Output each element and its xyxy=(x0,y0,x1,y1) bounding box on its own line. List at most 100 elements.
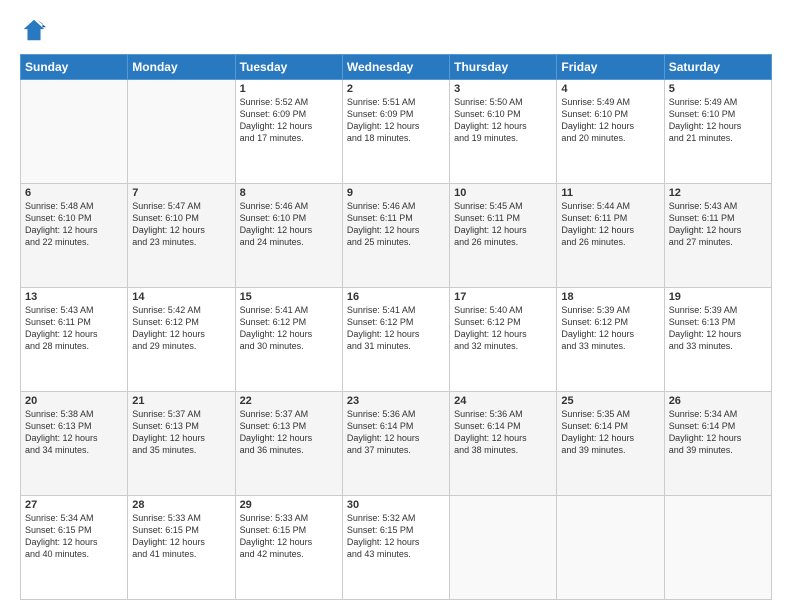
day-info: Sunrise: 5:36 AM Sunset: 6:14 PM Dayligh… xyxy=(454,408,552,457)
calendar-cell xyxy=(557,496,664,600)
day-number: 26 xyxy=(669,395,767,407)
day-info: Sunrise: 5:51 AM Sunset: 6:09 PM Dayligh… xyxy=(347,96,445,145)
day-info: Sunrise: 5:49 AM Sunset: 6:10 PM Dayligh… xyxy=(561,96,659,145)
day-info: Sunrise: 5:38 AM Sunset: 6:13 PM Dayligh… xyxy=(25,408,123,457)
day-number: 20 xyxy=(25,395,123,407)
weekday-header-saturday: Saturday xyxy=(664,55,771,80)
calendar-cell: 3Sunrise: 5:50 AM Sunset: 6:10 PM Daylig… xyxy=(450,80,557,184)
calendar-cell xyxy=(21,80,128,184)
calendar-table: SundayMondayTuesdayWednesdayThursdayFrid… xyxy=(20,54,772,600)
header xyxy=(20,16,772,44)
day-number: 17 xyxy=(454,291,552,303)
day-info: Sunrise: 5:34 AM Sunset: 6:14 PM Dayligh… xyxy=(669,408,767,457)
day-number: 30 xyxy=(347,499,445,511)
calendar-cell: 1Sunrise: 5:52 AM Sunset: 6:09 PM Daylig… xyxy=(235,80,342,184)
day-number: 6 xyxy=(25,187,123,199)
day-number: 13 xyxy=(25,291,123,303)
calendar-cell: 29Sunrise: 5:33 AM Sunset: 6:15 PM Dayli… xyxy=(235,496,342,600)
day-number: 9 xyxy=(347,187,445,199)
calendar-cell: 24Sunrise: 5:36 AM Sunset: 6:14 PM Dayli… xyxy=(450,392,557,496)
day-number: 28 xyxy=(132,499,230,511)
calendar-cell: 8Sunrise: 5:46 AM Sunset: 6:10 PM Daylig… xyxy=(235,184,342,288)
day-number: 3 xyxy=(454,83,552,95)
day-number: 14 xyxy=(132,291,230,303)
weekday-header-friday: Friday xyxy=(557,55,664,80)
day-info: Sunrise: 5:32 AM Sunset: 6:15 PM Dayligh… xyxy=(347,512,445,561)
calendar-cell: 25Sunrise: 5:35 AM Sunset: 6:14 PM Dayli… xyxy=(557,392,664,496)
calendar-cell: 26Sunrise: 5:34 AM Sunset: 6:14 PM Dayli… xyxy=(664,392,771,496)
day-info: Sunrise: 5:44 AM Sunset: 6:11 PM Dayligh… xyxy=(561,200,659,249)
calendar-cell: 28Sunrise: 5:33 AM Sunset: 6:15 PM Dayli… xyxy=(128,496,235,600)
calendar-cell: 16Sunrise: 5:41 AM Sunset: 6:12 PM Dayli… xyxy=(342,288,449,392)
calendar-cell: 11Sunrise: 5:44 AM Sunset: 6:11 PM Dayli… xyxy=(557,184,664,288)
day-info: Sunrise: 5:42 AM Sunset: 6:12 PM Dayligh… xyxy=(132,304,230,353)
day-info: Sunrise: 5:43 AM Sunset: 6:11 PM Dayligh… xyxy=(25,304,123,353)
calendar-cell: 14Sunrise: 5:42 AM Sunset: 6:12 PM Dayli… xyxy=(128,288,235,392)
day-number: 10 xyxy=(454,187,552,199)
day-info: Sunrise: 5:47 AM Sunset: 6:10 PM Dayligh… xyxy=(132,200,230,249)
day-number: 24 xyxy=(454,395,552,407)
day-info: Sunrise: 5:49 AM Sunset: 6:10 PM Dayligh… xyxy=(669,96,767,145)
calendar-cell xyxy=(664,496,771,600)
calendar-cell: 7Sunrise: 5:47 AM Sunset: 6:10 PM Daylig… xyxy=(128,184,235,288)
day-info: Sunrise: 5:39 AM Sunset: 6:13 PM Dayligh… xyxy=(669,304,767,353)
day-info: Sunrise: 5:48 AM Sunset: 6:10 PM Dayligh… xyxy=(25,200,123,249)
day-number: 4 xyxy=(561,83,659,95)
calendar-week-1: 1Sunrise: 5:52 AM Sunset: 6:09 PM Daylig… xyxy=(21,80,772,184)
day-number: 19 xyxy=(669,291,767,303)
calendar-cell: 21Sunrise: 5:37 AM Sunset: 6:13 PM Dayli… xyxy=(128,392,235,496)
calendar-cell: 5Sunrise: 5:49 AM Sunset: 6:10 PM Daylig… xyxy=(664,80,771,184)
day-number: 25 xyxy=(561,395,659,407)
calendar-cell: 20Sunrise: 5:38 AM Sunset: 6:13 PM Dayli… xyxy=(21,392,128,496)
day-number: 15 xyxy=(240,291,338,303)
day-info: Sunrise: 5:43 AM Sunset: 6:11 PM Dayligh… xyxy=(669,200,767,249)
day-number: 23 xyxy=(347,395,445,407)
calendar-cell: 27Sunrise: 5:34 AM Sunset: 6:15 PM Dayli… xyxy=(21,496,128,600)
calendar-week-5: 27Sunrise: 5:34 AM Sunset: 6:15 PM Dayli… xyxy=(21,496,772,600)
day-info: Sunrise: 5:36 AM Sunset: 6:14 PM Dayligh… xyxy=(347,408,445,457)
day-number: 21 xyxy=(132,395,230,407)
calendar-cell: 4Sunrise: 5:49 AM Sunset: 6:10 PM Daylig… xyxy=(557,80,664,184)
page: SundayMondayTuesdayWednesdayThursdayFrid… xyxy=(0,0,792,612)
calendar-week-4: 20Sunrise: 5:38 AM Sunset: 6:13 PM Dayli… xyxy=(21,392,772,496)
day-number: 1 xyxy=(240,83,338,95)
calendar-week-2: 6Sunrise: 5:48 AM Sunset: 6:10 PM Daylig… xyxy=(21,184,772,288)
day-info: Sunrise: 5:33 AM Sunset: 6:15 PM Dayligh… xyxy=(240,512,338,561)
calendar-cell: 18Sunrise: 5:39 AM Sunset: 6:12 PM Dayli… xyxy=(557,288,664,392)
day-info: Sunrise: 5:35 AM Sunset: 6:14 PM Dayligh… xyxy=(561,408,659,457)
day-info: Sunrise: 5:34 AM Sunset: 6:15 PM Dayligh… xyxy=(25,512,123,561)
calendar-cell: 12Sunrise: 5:43 AM Sunset: 6:11 PM Dayli… xyxy=(664,184,771,288)
calendar-header-row: SundayMondayTuesdayWednesdayThursdayFrid… xyxy=(21,55,772,80)
day-info: Sunrise: 5:33 AM Sunset: 6:15 PM Dayligh… xyxy=(132,512,230,561)
calendar-cell: 13Sunrise: 5:43 AM Sunset: 6:11 PM Dayli… xyxy=(21,288,128,392)
day-info: Sunrise: 5:46 AM Sunset: 6:10 PM Dayligh… xyxy=(240,200,338,249)
calendar-cell: 17Sunrise: 5:40 AM Sunset: 6:12 PM Dayli… xyxy=(450,288,557,392)
day-info: Sunrise: 5:40 AM Sunset: 6:12 PM Dayligh… xyxy=(454,304,552,353)
day-number: 12 xyxy=(669,187,767,199)
day-number: 27 xyxy=(25,499,123,511)
weekday-header-tuesday: Tuesday xyxy=(235,55,342,80)
day-number: 8 xyxy=(240,187,338,199)
day-info: Sunrise: 5:37 AM Sunset: 6:13 PM Dayligh… xyxy=(132,408,230,457)
calendar-cell: 9Sunrise: 5:46 AM Sunset: 6:11 PM Daylig… xyxy=(342,184,449,288)
calendar-cell: 10Sunrise: 5:45 AM Sunset: 6:11 PM Dayli… xyxy=(450,184,557,288)
day-number: 29 xyxy=(240,499,338,511)
calendar-cell: 22Sunrise: 5:37 AM Sunset: 6:13 PM Dayli… xyxy=(235,392,342,496)
calendar-cell: 15Sunrise: 5:41 AM Sunset: 6:12 PM Dayli… xyxy=(235,288,342,392)
day-number: 11 xyxy=(561,187,659,199)
calendar-cell xyxy=(450,496,557,600)
day-info: Sunrise: 5:41 AM Sunset: 6:12 PM Dayligh… xyxy=(240,304,338,353)
day-number: 7 xyxy=(132,187,230,199)
day-info: Sunrise: 5:52 AM Sunset: 6:09 PM Dayligh… xyxy=(240,96,338,145)
weekday-header-wednesday: Wednesday xyxy=(342,55,449,80)
calendar-cell xyxy=(128,80,235,184)
day-number: 2 xyxy=(347,83,445,95)
logo xyxy=(20,16,52,44)
weekday-header-thursday: Thursday xyxy=(450,55,557,80)
calendar-cell: 19Sunrise: 5:39 AM Sunset: 6:13 PM Dayli… xyxy=(664,288,771,392)
weekday-header-sunday: Sunday xyxy=(21,55,128,80)
day-info: Sunrise: 5:46 AM Sunset: 6:11 PM Dayligh… xyxy=(347,200,445,249)
day-number: 18 xyxy=(561,291,659,303)
day-info: Sunrise: 5:41 AM Sunset: 6:12 PM Dayligh… xyxy=(347,304,445,353)
calendar-cell: 2Sunrise: 5:51 AM Sunset: 6:09 PM Daylig… xyxy=(342,80,449,184)
